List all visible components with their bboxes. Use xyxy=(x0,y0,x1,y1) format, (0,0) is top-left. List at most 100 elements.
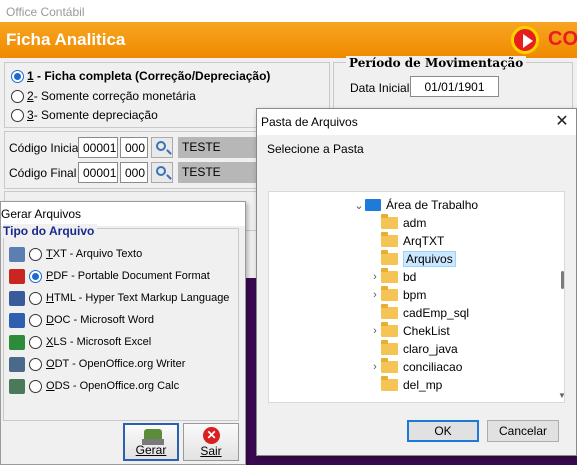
folder-icon xyxy=(381,214,398,229)
option-somente-correcao[interactable]: 2- Somente correção monetária xyxy=(11,87,196,105)
close-icon[interactable]: ✕ xyxy=(550,111,574,133)
folder-item[interactable]: › ChekList xyxy=(369,322,564,340)
pdf-file-icon xyxy=(9,268,25,284)
radio-ficha-completa[interactable] xyxy=(11,69,24,83)
gerar-button-label: Gerar xyxy=(135,443,167,457)
pasta-arquivos-dialog: Pasta de Arquivos ✕ Selecione a Pasta ⌄ … xyxy=(256,108,577,456)
doc-file-icon xyxy=(9,312,25,328)
gerar-button[interactable]: Gerar xyxy=(123,423,179,461)
codigo-final-search-button[interactable] xyxy=(151,162,173,183)
codigo-final-sub-field[interactable]: 000 xyxy=(120,162,148,183)
folder-label: bpm xyxy=(403,288,427,302)
format-label: TML - Hyper Text Markup Language xyxy=(53,292,230,304)
folder-icon xyxy=(381,286,398,301)
format-shortcut: X xyxy=(46,336,54,348)
gerar-dialog-title: Gerar Arquivos xyxy=(1,202,245,226)
format-label: OC - Microsoft Word xyxy=(53,314,154,326)
format-option[interactable]: O DT - OpenOffice.org Writer xyxy=(9,355,185,373)
folder-item[interactable]: adm xyxy=(369,214,564,232)
format-shortcut: T xyxy=(46,248,53,260)
search-icon xyxy=(156,166,166,176)
data-inicial-field[interactable]: 01/01/1901 xyxy=(410,76,499,97)
format-shortcut: P xyxy=(46,270,54,282)
cancel-button[interactable]: Cancelar xyxy=(487,420,559,442)
folder-item[interactable]: ArqTXT xyxy=(369,232,564,250)
codigo-inicial-field[interactable]: 00001 xyxy=(78,137,118,158)
chevron-right-icon[interactable]: › xyxy=(369,325,381,337)
main-window-title: Office Contábil xyxy=(0,0,577,22)
option-number: 2 xyxy=(27,89,34,103)
radio-somente-correcao[interactable] xyxy=(11,89,24,103)
option-somente-depreciacao[interactable]: 3 - Somente depreciação xyxy=(11,106,158,124)
folder-icon xyxy=(381,304,398,319)
folder-icon xyxy=(381,250,398,265)
folder-item[interactable]: del_mp xyxy=(369,376,564,394)
format-label: LS - Microsoft Excel xyxy=(53,336,152,348)
folder-label: ArqTXT xyxy=(403,234,445,248)
pasta-dialog-title: Pasta de Arquivos xyxy=(261,115,358,129)
option-label: - Ficha completa (Correção/Depreciação) xyxy=(33,69,271,83)
logo-text: CO xyxy=(548,28,577,50)
folder-label: del_mp xyxy=(403,378,443,392)
chevron-right-icon[interactable]: › xyxy=(369,271,381,283)
format-radio[interactable] xyxy=(29,335,42,349)
folder-item[interactable]: › conciliacao xyxy=(369,358,564,376)
option-ficha-completa[interactable]: 1 - Ficha completa (Correção/Depreciação… xyxy=(11,67,270,85)
option-number: 1 xyxy=(27,69,34,83)
format-shortcut: D xyxy=(46,314,54,326)
format-option[interactable]: H TML - Hyper Text Markup Language xyxy=(9,289,229,307)
tipo-arquivo-title: Tipo do Arquivo xyxy=(3,224,98,238)
format-option[interactable]: X LS - Microsoft Excel xyxy=(9,333,151,351)
play-icon[interactable] xyxy=(511,26,539,54)
format-shortcut: O xyxy=(46,380,55,392)
gerar-arquivos-dialog: Gerar Arquivos Tipo do Arquivo Gerar ✕ S… xyxy=(0,201,246,465)
folder-label: Arquivos xyxy=(403,251,456,267)
option-label: - Somente correção monetária xyxy=(33,89,196,103)
chevron-right-icon[interactable]: › xyxy=(369,361,381,373)
sair-button[interactable]: ✕ Sair xyxy=(183,423,239,461)
folder-label: adm xyxy=(403,216,427,230)
format-option[interactable]: D OC - Microsoft Word xyxy=(9,311,154,329)
ok-button[interactable]: OK xyxy=(407,420,479,442)
folder-label: claro_java xyxy=(403,342,458,356)
txt-file-icon xyxy=(9,246,25,262)
format-option[interactable]: P DF - Portable Document Format xyxy=(9,267,210,285)
codigo-inicial-sub-field[interactable]: 000 xyxy=(120,137,148,158)
format-radio[interactable] xyxy=(29,379,42,393)
desktop-icon xyxy=(365,199,381,211)
chevron-down-icon[interactable]: ⌄ xyxy=(353,199,365,212)
format-shortcut: H xyxy=(46,292,54,304)
header-bar: Ficha Analitica CO xyxy=(0,22,577,58)
codigo-final-description: TESTE xyxy=(178,162,258,183)
format-radio[interactable] xyxy=(29,269,42,283)
format-label: DS - OpenOffice.org Calc xyxy=(54,380,180,392)
html-file-icon xyxy=(9,290,25,306)
pasta-titlebar: Pasta de Arquivos ✕ xyxy=(257,109,576,135)
format-radio[interactable] xyxy=(29,247,42,261)
data-inicial-label: Data Inicial xyxy=(350,81,410,95)
folder-item[interactable]: Arquivos xyxy=(369,250,564,268)
folder-icon xyxy=(381,376,398,391)
format-option[interactable]: T XT - Arquivo Texto xyxy=(9,245,142,263)
format-radio[interactable] xyxy=(29,357,42,371)
radio-somente-depreciacao[interactable] xyxy=(11,108,24,122)
folder-label: conciliacao xyxy=(403,360,463,374)
format-option[interactable]: O DS - OpenOffice.org Calc xyxy=(9,377,179,395)
format-radio[interactable] xyxy=(29,313,42,327)
periodo-title: Período de Movimentação xyxy=(346,56,527,70)
option-number: 3 xyxy=(27,108,34,122)
folder-label: bd xyxy=(403,270,417,284)
chevron-right-icon[interactable]: › xyxy=(369,289,381,301)
folder-item[interactable]: › bd xyxy=(369,268,564,286)
folder-tree[interactable]: ⌄ Área de Trabalho ▼ admArqTXTArquivos›b… xyxy=(268,191,565,403)
format-radio[interactable] xyxy=(29,291,42,305)
folder-item[interactable]: cadEmp_sql xyxy=(369,304,564,322)
folder-item[interactable]: › bpm xyxy=(369,286,564,304)
folder-icon xyxy=(381,322,398,337)
tree-root-label: Área de Trabalho xyxy=(386,198,479,212)
folder-item[interactable]: claro_java xyxy=(369,340,564,358)
tree-root-item[interactable]: ⌄ Área de Trabalho xyxy=(353,196,564,214)
codigo-final-field[interactable]: 00001 xyxy=(78,162,118,183)
format-label: DF - Portable Document Format xyxy=(53,270,210,282)
codigo-inicial-search-button[interactable] xyxy=(151,137,173,158)
